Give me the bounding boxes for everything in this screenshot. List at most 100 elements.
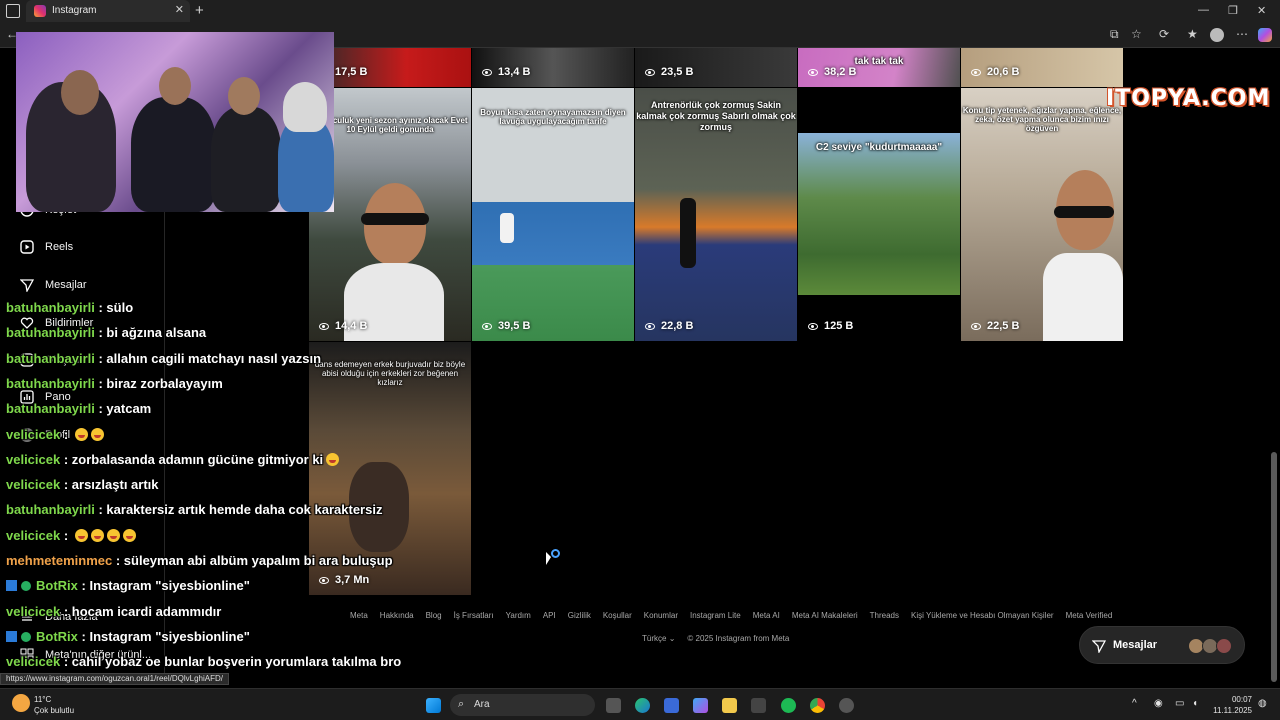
extensions-icon[interactable]: ⟳ xyxy=(1159,27,1169,41)
open-app-icon[interactable]: ⧉ xyxy=(1110,27,1119,42)
footer-link[interactable]: Meta AI Makaleleri xyxy=(792,611,858,620)
task-view-icon[interactable] xyxy=(606,698,621,713)
app-icon[interactable] xyxy=(751,698,766,713)
chat-username: batuhanbayirli xyxy=(6,375,95,391)
chat-username: batuhanbayirli xyxy=(6,502,95,518)
edge-icon[interactable] xyxy=(635,698,650,713)
footer-link[interactable]: Blog xyxy=(426,611,442,620)
footer-link[interactable]: Meta xyxy=(350,611,368,620)
profile-avatar-icon[interactable] xyxy=(1210,28,1224,42)
reel-thumbnail[interactable]: 20,6 B xyxy=(961,48,1123,87)
webcam-overlay xyxy=(16,32,334,212)
notification-bell-icon[interactable]: ◍ xyxy=(1258,698,1267,709)
reel-caption: tak tak tak xyxy=(854,56,904,67)
scrollbar-thumb[interactable] xyxy=(1271,452,1277,682)
footer-link[interactable]: Threads xyxy=(870,611,899,620)
chevron-up-icon[interactable]: ^ xyxy=(1132,698,1137,709)
reel-thumbnail[interactable]: tak tak tak 38,2 B xyxy=(798,48,960,87)
footer-link[interactable]: Konumlar xyxy=(644,611,678,620)
sidebar-item-messages[interactable]: Mesajlar xyxy=(19,278,87,293)
chat-text: sülo xyxy=(106,300,134,315)
footer-link[interactable]: Koşullar xyxy=(603,611,632,620)
chat-message: velicicek : cahil yobaz oe bunlar boşver… xyxy=(6,654,401,669)
eye-icon xyxy=(971,68,981,76)
language-select[interactable]: Türkçe ⌄ xyxy=(642,634,675,643)
chat-separator: : xyxy=(60,654,72,670)
chat-separator: : xyxy=(94,401,107,417)
reel-thumbnail[interactable]: 23,5 B xyxy=(635,48,797,87)
taskbar-search[interactable]: ⌕ Ara xyxy=(450,694,595,716)
verified-icon xyxy=(21,631,31,642)
view-count: 13,4 B xyxy=(482,66,530,78)
messages-button[interactable]: Mesajlar xyxy=(1079,626,1245,664)
minimize-button[interactable]: — xyxy=(1198,4,1209,16)
footer-link[interactable]: Meta AI xyxy=(753,611,780,620)
chat-username: velicicek xyxy=(6,527,61,543)
footer-link[interactable]: Gizlilik xyxy=(568,611,591,620)
volume-icon[interactable]: ◖ xyxy=(1192,698,1198,709)
reel-thumbnail[interactable]: C2 seviye "kudurtmaaaaa" 125 B xyxy=(798,88,960,341)
tab-actions-icon[interactable] xyxy=(6,4,20,18)
reel-thumbnail[interactable]: Boyun kısa zaten oynayamazsın diyen lavu… xyxy=(472,88,634,341)
chat-text: süleyman abi albüm yapalım bi ara buluşu… xyxy=(123,553,393,568)
chat-username: batuhanbayirli xyxy=(6,325,95,341)
chat-username: batuhanbayirli xyxy=(6,401,95,417)
chat-separator: : xyxy=(60,477,72,493)
mic-icon[interactable]: ◉ xyxy=(1154,698,1163,709)
chat-message: batuhanbayirli : bi ağzına alsana xyxy=(6,325,206,340)
close-tab-icon[interactable]: ✕ xyxy=(175,3,184,16)
chat-message: batuhanbayirli : allahın cagili matchayı… xyxy=(6,351,321,366)
eye-icon xyxy=(971,322,981,330)
spotify-icon[interactable] xyxy=(781,698,796,713)
maximize-button[interactable]: ❐ xyxy=(1228,4,1238,17)
collections-icon[interactable]: ★ xyxy=(1187,27,1198,41)
reel-thumbnail[interactable]: 13,4 B xyxy=(472,48,634,87)
file-explorer-icon[interactable] xyxy=(722,698,737,713)
footer-link[interactable]: API xyxy=(543,611,556,620)
new-tab-button[interactable]: + xyxy=(195,2,204,19)
footer-link[interactable]: Meta Verified xyxy=(1066,611,1113,620)
weather-desc[interactable]: Çok bulutlu xyxy=(34,706,74,715)
eye-icon xyxy=(482,322,492,330)
view-count: 3,7 Mn xyxy=(319,574,369,586)
eye-icon xyxy=(645,68,655,76)
chat-username: BotRix xyxy=(36,578,78,594)
network-icon[interactable]: ▭ xyxy=(1175,698,1184,709)
sunglasses-figure xyxy=(361,213,429,225)
footer-meta: Türkçe ⌄ © 2025 Instagram from Meta xyxy=(642,634,789,643)
start-icon[interactable] xyxy=(426,698,441,713)
footer-links: Meta Hakkında Blog İş Fırsatları Yardım … xyxy=(350,611,1112,620)
footer-link[interactable]: İş Fırsatları xyxy=(454,611,494,620)
view-count: 125 B xyxy=(808,320,853,332)
footer-link[interactable]: Yardım xyxy=(506,611,531,620)
chevron-down-icon: ⌄ xyxy=(668,634,676,643)
chat-separator: : xyxy=(77,628,90,644)
reels-icon xyxy=(20,240,34,254)
weather-icon[interactable] xyxy=(12,694,30,712)
chat-message: velicicek : zorbalasanda adamın gücüne g… xyxy=(6,452,340,467)
chrome-icon[interactable] xyxy=(810,698,825,713)
app-icon[interactable] xyxy=(839,698,854,713)
footer-link[interactable]: Hakkında xyxy=(380,611,414,620)
weather-temp[interactable]: 11°C xyxy=(34,695,51,704)
tab-instagram[interactable]: Instagram ✕ xyxy=(26,0,190,22)
reel-thumbnail[interactable]: Konu tip yetenek, ağızlar yapma, eğlence… xyxy=(961,88,1123,341)
scrollbar[interactable] xyxy=(1271,52,1277,682)
footer-link[interactable]: Kişi Yükleme ve Hesabı Olmayan Kişiler xyxy=(911,611,1054,620)
browser-tabbar: Instagram ✕ + — ❐ ✕ xyxy=(0,0,1280,22)
clock-time[interactable]: 00:07 xyxy=(1214,695,1252,704)
close-window-button[interactable]: ✕ xyxy=(1257,4,1266,17)
laughing-emoji-icon xyxy=(326,452,340,466)
favorite-star-icon[interactable]: ☆ xyxy=(1131,27,1142,41)
laughing-emoji-icon xyxy=(74,528,88,542)
settings-more-icon[interactable]: ⋯ xyxy=(1236,27,1248,41)
store-icon[interactable] xyxy=(664,698,679,713)
clock-date[interactable]: 11.11.2025 xyxy=(1200,706,1252,715)
copilot-icon[interactable] xyxy=(1258,28,1272,42)
taskbar: 11°C Çok bulutlu ⌕ Ara ^ ◉ ▭ ◖ 00:07 11.… xyxy=(0,688,1280,720)
reel-thumbnail[interactable]: Antrenörlük çok zormuş Sakin kalmak çok … xyxy=(635,88,797,341)
chat-message: BotRix : Instagram "siyesbionline" xyxy=(6,578,250,593)
copilot-app-icon[interactable] xyxy=(693,698,708,713)
sidebar-item-reels[interactable]: Reels xyxy=(20,240,73,254)
footer-link[interactable]: Instagram Lite xyxy=(690,611,741,620)
